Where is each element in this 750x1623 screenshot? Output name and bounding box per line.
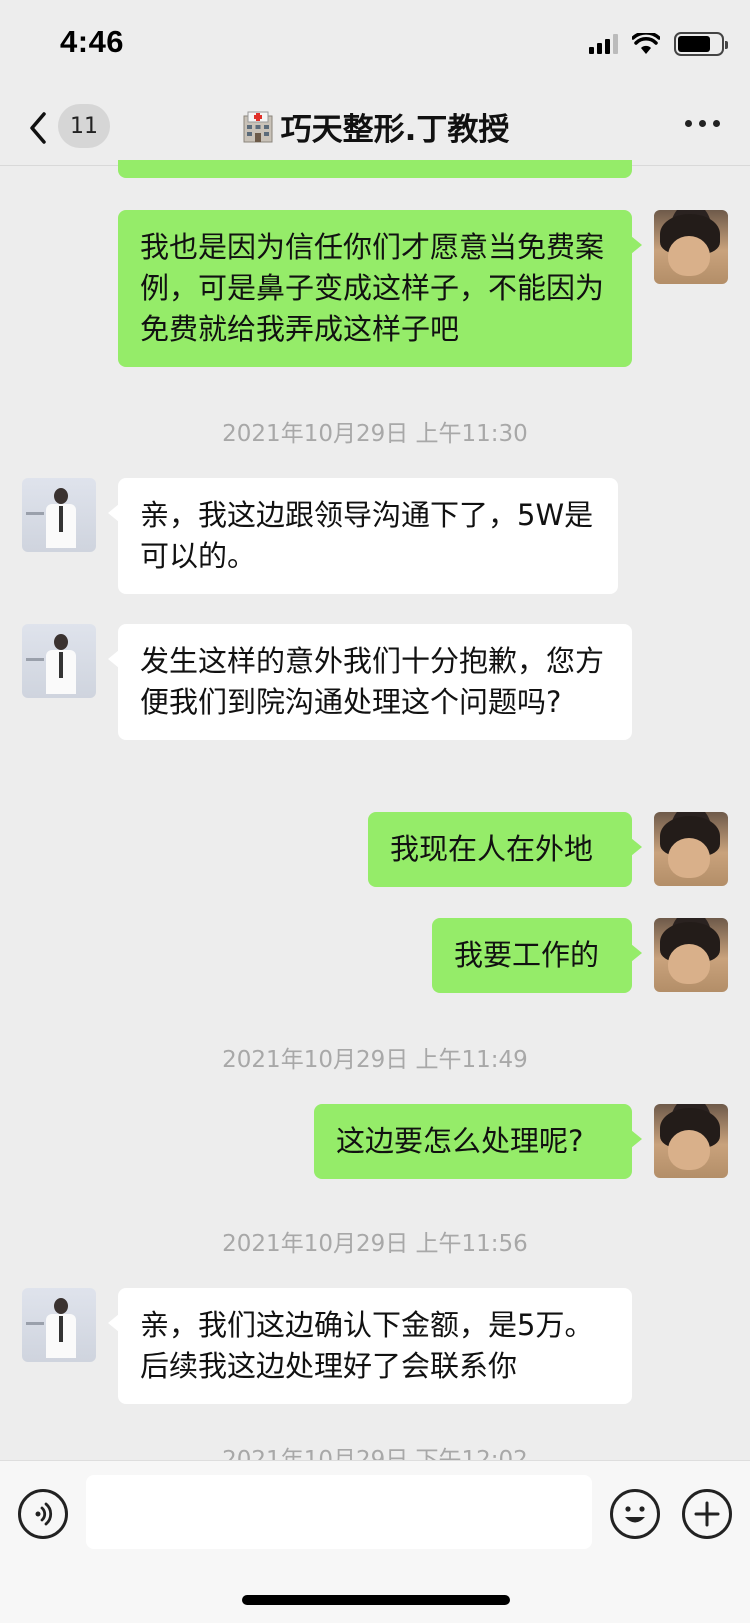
dot	[685, 120, 692, 127]
avatar-head	[54, 634, 68, 650]
previous-message-bubble-clipped	[118, 160, 632, 178]
my-avatar[interactable]	[654, 210, 728, 284]
my-avatar[interactable]	[654, 812, 728, 886]
home-indicator[interactable]	[242, 1595, 510, 1605]
message-text: 这边要怎么处理呢?	[336, 1124, 584, 1158]
avatar-tie	[59, 652, 63, 678]
message-timestamp: 2021年10月29日 下午12:02	[222, 1447, 528, 1460]
status-icons	[589, 32, 728, 56]
clipped-timestamp-strip: 2021年10月29日 下午12:02	[0, 1436, 750, 1460]
contact-avatar[interactable]	[22, 1288, 96, 1362]
message-text: 发生这样的意外我们十分抱歉，您方便我们到院沟通处理这个问题吗?	[140, 644, 605, 719]
message-text: 我现在人在外地	[390, 832, 594, 866]
message-bubble-outgoing[interactable]: 这边要怎么处理呢?	[314, 1104, 642, 1179]
message-bubble-incoming[interactable]: 发生这样的意外我们十分抱歉，您方便我们到院沟通处理这个问题吗?	[108, 624, 632, 740]
contact-avatar[interactable]	[22, 478, 96, 552]
avatar-face	[668, 236, 710, 276]
status-bar: 4:46	[0, 0, 750, 90]
message-text: 亲，我们这边确认下金额，是5万。后续我这边处理好了会联系你	[140, 1308, 594, 1383]
more-functions-button[interactable]	[682, 1489, 732, 1539]
message-text: 我要工作的	[454, 938, 600, 972]
voice-input-button[interactable]	[18, 1489, 68, 1539]
chat-title-group: 巧天整形.丁教授	[0, 104, 750, 149]
avatar-logo	[26, 1322, 44, 1325]
message-timestamp: 2021年10月29日 上午11:30	[222, 421, 528, 447]
avatar-logo	[26, 658, 44, 661]
more-options-button[interactable]	[685, 120, 720, 127]
message-bubble-outgoing[interactable]: 我现在人在外地	[368, 812, 642, 887]
status-time: 4:46	[60, 24, 125, 59]
dot	[699, 120, 706, 127]
avatar-head	[54, 488, 68, 504]
battery-icon	[674, 32, 728, 56]
message-bubble-incoming[interactable]: 亲，我们这边确认下金额，是5万。后续我这边处理好了会联系你	[108, 1288, 632, 1404]
avatar-face	[668, 1130, 710, 1170]
emoji-button[interactable]	[610, 1489, 660, 1539]
voice-icon	[35, 1502, 53, 1526]
avatar-tie	[59, 1316, 63, 1342]
my-avatar[interactable]	[654, 1104, 728, 1178]
avatar-head	[54, 1298, 68, 1314]
battery-level	[678, 36, 710, 52]
avatar-tie	[59, 506, 63, 532]
chat-header: 11 巧天整形.丁教授	[0, 90, 750, 166]
message-text: 我也是因为信任你们才愿意当免费案例，可是鼻子变成这样子，不能因为免费就给我弄成这…	[140, 230, 605, 346]
message-input[interactable]	[86, 1475, 592, 1549]
my-avatar[interactable]	[654, 918, 728, 992]
message-bubble-outgoing[interactable]: 我要工作的	[432, 918, 642, 993]
hospital-icon	[243, 111, 273, 142]
message-text: 亲，我这边跟领导沟通下了，5W是可以的。	[140, 498, 594, 573]
wifi-icon	[632, 33, 660, 54]
message-timestamp: 2021年10月29日 上午11:56	[222, 1231, 528, 1257]
plus-icon	[694, 1501, 720, 1527]
avatar-face	[668, 944, 710, 984]
avatar-face	[668, 838, 710, 878]
contact-avatar[interactable]	[22, 624, 96, 698]
cellular-signal-icon	[589, 34, 618, 54]
avatar-logo	[26, 512, 44, 515]
dot	[713, 120, 720, 127]
message-timestamp: 2021年10月29日 上午11:49	[222, 1047, 528, 1073]
chat-title: 巧天整形.丁教授	[280, 112, 510, 148]
message-bubble-incoming[interactable]: 亲，我这边跟领导沟通下了，5W是可以的。	[108, 478, 618, 594]
emoji-icon	[625, 1506, 645, 1523]
message-bubble-outgoing[interactable]: 我也是因为信任你们才愿意当免费案例，可是鼻子变成这样子，不能因为免费就给我弄成这…	[118, 210, 642, 367]
